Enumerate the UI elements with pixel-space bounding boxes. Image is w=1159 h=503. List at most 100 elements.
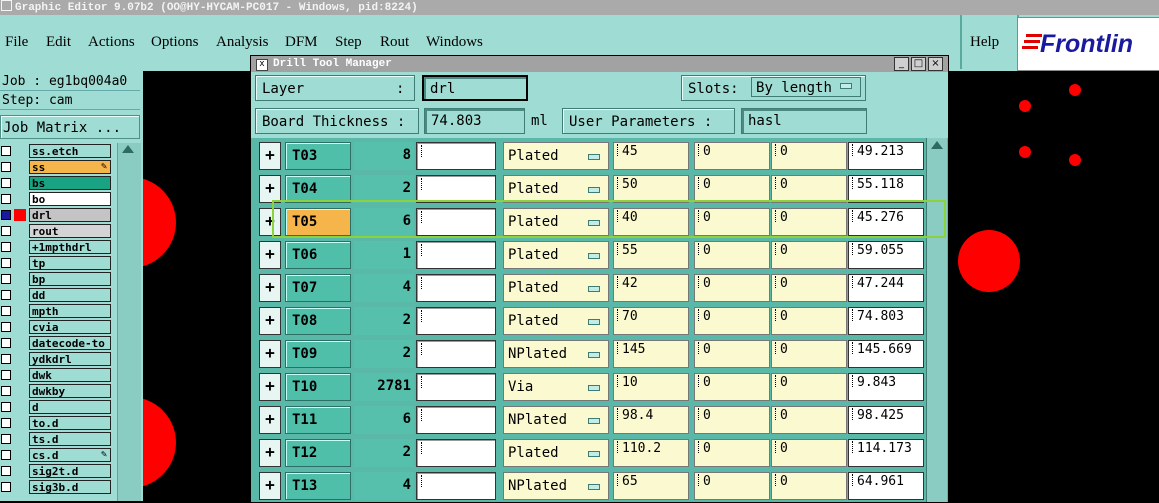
layer-row[interactable]: tp bbox=[0, 255, 116, 271]
layer-row[interactable]: d bbox=[0, 399, 116, 415]
tool-value-field[interactable]: 0 bbox=[694, 373, 770, 401]
tool-type-dropdown[interactable]: Plated bbox=[503, 208, 609, 236]
layer-checkbox[interactable] bbox=[1, 402, 11, 412]
layer-name[interactable]: tp bbox=[29, 256, 111, 270]
tool-value-field[interactable]: 49.213 bbox=[848, 142, 924, 170]
layer-name[interactable]: bp bbox=[29, 272, 111, 286]
expand-icon[interactable]: + bbox=[259, 208, 281, 236]
tool-value-field[interactable]: 0 bbox=[771, 241, 847, 269]
layer-checkbox[interactable] bbox=[1, 210, 11, 220]
tool-value-field[interactable]: 98.4 bbox=[613, 406, 689, 434]
tool-value-field[interactable]: 145.669 bbox=[848, 340, 924, 368]
layer-row[interactable]: ss ✎ bbox=[0, 159, 116, 175]
menu-step[interactable]: Step bbox=[335, 34, 362, 51]
board-thickness-input[interactable]: 74.803 bbox=[424, 108, 525, 134]
slots-dropdown[interactable]: Slots: By length bbox=[681, 75, 866, 101]
layer-checkbox[interactable] bbox=[1, 306, 11, 316]
tool-comment-field[interactable] bbox=[416, 439, 496, 467]
layer-row[interactable]: bp bbox=[0, 271, 116, 287]
tool-row[interactable]: + T13 4 NPlated 65 0 0 64.961 bbox=[259, 470, 924, 502]
job-matrix-button[interactable]: Job Matrix ... bbox=[0, 115, 140, 139]
tool-value-field[interactable]: 0 bbox=[694, 472, 770, 500]
tool-button[interactable]: T10 bbox=[285, 373, 351, 401]
scroll-up-icon[interactable] bbox=[122, 145, 134, 153]
tool-type-dropdown[interactable]: NPlated bbox=[503, 472, 609, 500]
layer-row[interactable]: mpth bbox=[0, 303, 116, 319]
layer-name[interactable]: dwkby bbox=[29, 384, 111, 398]
layer-name[interactable]: +1mpthdrl bbox=[29, 240, 111, 254]
expand-icon[interactable]: + bbox=[259, 406, 281, 434]
layer-name[interactable]: ss.etch bbox=[29, 144, 111, 158]
layer-name[interactable]: mpth bbox=[29, 304, 111, 318]
layer-row[interactable]: drl bbox=[0, 207, 116, 223]
tool-button[interactable]: T03 bbox=[285, 142, 351, 170]
tool-row[interactable]: + T12 2 Plated 110.2 0 0 114.173 bbox=[259, 437, 924, 470]
layer-row[interactable]: ss.etch bbox=[0, 143, 116, 159]
tool-comment-field[interactable] bbox=[416, 142, 496, 170]
layer-checkbox[interactable] bbox=[1, 162, 11, 172]
tool-row[interactable]: + T03 8 Plated 45 0 0 49.213 bbox=[259, 140, 924, 173]
tool-button[interactable]: T13 bbox=[285, 472, 351, 500]
layer-checkbox[interactable] bbox=[1, 450, 11, 460]
tool-value-field[interactable]: 59.055 bbox=[848, 241, 924, 269]
layer-row[interactable]: cs.d ✎ bbox=[0, 447, 116, 463]
layer-name[interactable]: drl bbox=[29, 208, 111, 222]
layer-row[interactable]: rout bbox=[0, 223, 116, 239]
tool-value-field[interactable]: 0 bbox=[771, 439, 847, 467]
layer-name[interactable]: d bbox=[29, 400, 111, 414]
layer-checkbox[interactable] bbox=[1, 338, 11, 348]
menu-dfm[interactable]: DFM bbox=[285, 34, 318, 51]
layer-checkbox[interactable] bbox=[1, 322, 11, 332]
tool-value-field[interactable]: 9.843 bbox=[848, 373, 924, 401]
tool-value-field[interactable]: 42 bbox=[613, 274, 689, 302]
tool-value-field[interactable]: 0 bbox=[694, 406, 770, 434]
layer-checkbox[interactable] bbox=[1, 242, 11, 252]
tool-comment-field[interactable] bbox=[416, 472, 496, 500]
tool-button[interactable]: T06 bbox=[285, 241, 351, 269]
tool-table-scrollbar[interactable] bbox=[926, 138, 947, 502]
tool-value-field[interactable]: 98.425 bbox=[848, 406, 924, 434]
tool-comment-field[interactable] bbox=[416, 241, 496, 269]
layer-checkbox[interactable] bbox=[1, 290, 11, 300]
tool-value-field[interactable]: 70 bbox=[613, 307, 689, 335]
tool-row[interactable]: + T06 1 Plated 55 0 0 59.055 bbox=[259, 239, 924, 272]
layer-name[interactable]: bo bbox=[29, 192, 111, 206]
tool-value-field[interactable]: 114.173 bbox=[848, 439, 924, 467]
layer-row[interactable]: sig3b.d bbox=[0, 479, 116, 495]
layer-name[interactable]: sig2t.d bbox=[29, 464, 111, 478]
expand-icon[interactable]: + bbox=[259, 340, 281, 368]
tool-value-field[interactable]: 0 bbox=[771, 307, 847, 335]
tool-value-field[interactable]: 55.118 bbox=[848, 175, 924, 203]
tool-value-field[interactable]: 0 bbox=[771, 406, 847, 434]
tool-comment-field[interactable] bbox=[416, 406, 496, 434]
tool-row[interactable]: + T08 2 Plated 70 0 0 74.803 bbox=[259, 305, 924, 338]
menu-options[interactable]: Options bbox=[151, 34, 199, 51]
layer-name[interactable]: cvia bbox=[29, 320, 111, 334]
layer-checkbox[interactable] bbox=[1, 226, 11, 236]
tool-row[interactable]: + T11 6 NPlated 98.4 0 0 98.425 bbox=[259, 404, 924, 437]
tool-value-field[interactable]: 0 bbox=[771, 340, 847, 368]
expand-icon[interactable]: + bbox=[259, 373, 281, 401]
tool-value-field[interactable]: 50 bbox=[613, 175, 689, 203]
tool-type-dropdown[interactable]: Plated bbox=[503, 274, 609, 302]
layer-row[interactable]: dd bbox=[0, 287, 116, 303]
expand-icon[interactable]: + bbox=[259, 307, 281, 335]
layer-checkbox[interactable] bbox=[1, 194, 11, 204]
layer-row[interactable]: dwk bbox=[0, 367, 116, 383]
tool-value-field[interactable]: 65 bbox=[613, 472, 689, 500]
tool-type-dropdown[interactable]: Plated bbox=[503, 241, 609, 269]
layer-row[interactable]: sig2t.d bbox=[0, 463, 116, 479]
tool-button[interactable]: T11 bbox=[285, 406, 351, 434]
tool-type-dropdown[interactable]: NPlated bbox=[503, 406, 609, 434]
tool-value-field[interactable]: 40 bbox=[613, 208, 689, 236]
menu-help[interactable]: Help bbox=[970, 34, 999, 51]
tool-type-dropdown[interactable]: Plated bbox=[503, 175, 609, 203]
layer-row[interactable]: bo bbox=[0, 191, 116, 207]
menu-file[interactable]: File bbox=[5, 34, 28, 51]
tool-value-field[interactable]: 0 bbox=[771, 472, 847, 500]
tool-comment-field[interactable] bbox=[416, 373, 496, 401]
tool-button[interactable]: T05 bbox=[285, 208, 351, 236]
layer-checkbox[interactable] bbox=[1, 482, 11, 492]
layer-name[interactable]: datecode-to bbox=[29, 336, 111, 350]
tool-comment-field[interactable] bbox=[416, 307, 496, 335]
